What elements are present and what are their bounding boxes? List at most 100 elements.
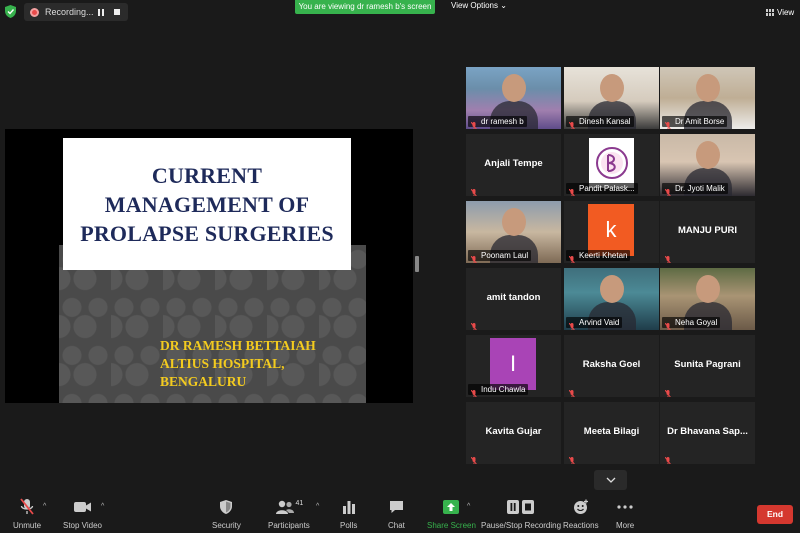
slide-title-line: MANAGEMENT OF [104,191,310,217]
participant-tile[interactable]: Sunita Pagrani [660,335,755,397]
pause-stop-recording-icon [507,498,535,516]
view-options-button[interactable]: View Options ⌄ [451,1,507,10]
muted-microphone-icon [470,385,477,397]
security-label: Security [212,521,241,530]
participant-name: Meeta Bilagi [583,426,640,437]
slide-author-line: DR RAMESH BETTAIAH [160,338,316,353]
reactions-button[interactable]: Reactions [563,498,599,530]
muted-microphone-icon [568,117,575,129]
gallery-scroll-down-button[interactable] [594,470,627,490]
participant-name-label: Indu Chawla [468,384,529,395]
participants-count: 41 [295,499,304,507]
top-bar: Recording... You are viewing dr ramesh b… [0,0,800,24]
recording-dot-icon [30,7,39,17]
stop-video-button[interactable]: Stop Video [63,498,102,530]
unmute-button[interactable]: Unmute [13,498,41,530]
participant-tile[interactable]: dr ramesh b [466,67,561,129]
participant-avatar: k [588,204,634,256]
muted-microphone-icon [19,498,35,516]
muted-microphone-icon [568,184,575,196]
stop-video-label: Stop Video [63,521,102,530]
shield-icon[interactable] [5,5,16,18]
participant-tile[interactable]: I Indu Chawla [466,335,561,397]
participant-tile[interactable]: MANJU PURI [660,201,755,263]
slide-title-line: CURRENT [151,162,263,188]
security-button[interactable]: Security [212,498,241,530]
participant-name: Kavita Gujar [485,426,542,437]
more-dots-icon [617,498,633,516]
participant-name-label: Poonam Laul [468,250,532,261]
slide-author-line: ALTIUS HOSPITAL, [160,356,285,371]
muted-microphone-icon [568,385,575,397]
participant-tile[interactable]: Neha Goyal [660,268,755,330]
participant-silhouette [696,141,720,169]
participant-tile[interactable]: amit tandon [466,268,561,330]
participant-tile[interactable]: Kavita Gujar [466,402,561,464]
muted-microphone-icon [568,452,575,464]
participant-silhouette [696,74,720,102]
view-label: View [777,8,795,17]
slide-title: CURRENT MANAGEMENT OF PROLAPSE SURGERIES [80,161,334,248]
share-options-caret-icon[interactable]: ^ [467,503,470,510]
chat-bubble-icon [389,498,404,516]
share-screen-label: Share Screen [427,521,476,530]
muted-microphone-icon [664,251,671,263]
participants-options-caret-icon[interactable]: ^ [316,503,319,510]
participant-tile[interactable]: Dinesh Kansal [564,67,659,129]
participant-tile[interactable]: Meeta Bilagi [564,402,659,464]
viewing-banner: You are viewing dr ramesh b's screen [295,0,435,14]
participant-tile[interactable]: Arvind Vaid [564,268,659,330]
participant-tile[interactable]: Dr. Jyoti Malik [660,134,755,196]
participant-logo [589,138,634,188]
video-camera-icon [73,498,92,516]
participant-silhouette [696,275,720,303]
muted-microphone-icon [568,318,575,330]
participant-silhouette [600,74,624,102]
unmute-label: Unmute [13,521,42,530]
participant-silhouette [502,208,526,236]
muted-microphone-icon [664,318,671,330]
participant-name-label: Dinesh Kansal [566,116,634,127]
recording-label: Recording... [45,7,94,17]
participant-tile[interactable]: Dr Amit Borse [660,67,755,129]
reactions-label: Reactions [563,521,599,530]
chat-label: Chat [388,521,405,530]
pause-stop-recording-button[interactable]: Pause/Stop Recording [481,498,561,530]
participants-label: Participants [268,521,310,530]
video-options-caret-icon[interactable]: ^ [101,503,104,510]
polls-button[interactable]: Polls [340,498,357,530]
participants-button[interactable]: 41 Participants [268,498,310,531]
view-button[interactable]: View [766,8,794,17]
participant-tile[interactable]: Raksha Goel [564,335,659,397]
muted-microphone-icon [568,251,575,263]
split-view-handle[interactable] [415,256,419,272]
end-meeting-button[interactable]: End [757,505,793,524]
participants-icon: 41 [275,498,304,516]
participant-tile[interactable]: Dr Bhavana Sap... [660,402,755,464]
participant-tile[interactable]: Pandit Palask... [564,134,659,196]
chat-button[interactable]: Chat [388,498,405,530]
participant-tile[interactable]: k Keerti Khetan [564,201,659,263]
meeting-toolbar: Unmute ^ Stop Video ^ Security 41 Partic… [0,494,800,533]
participant-tile[interactable]: Poonam Laul [466,201,561,263]
muted-microphone-icon [470,318,477,330]
stop-recording-icon[interactable] [112,7,122,17]
participant-name-label: Dr. Jyoti Malik [662,183,728,194]
muted-microphone-icon [470,452,477,464]
participant-name: Raksha Goel [582,359,641,370]
audio-options-caret-icon[interactable]: ^ [43,503,46,510]
pause-recording-icon[interactable] [96,7,106,17]
participant-name-label: Pandit Palask... [566,183,638,194]
slide-title-line: PROLAPSE SURGERIES [80,220,334,246]
participant-tile[interactable]: Anjali Tempe [466,134,561,196]
participant-name: Anjali Tempe [484,158,543,169]
more-label: More [616,521,635,530]
chevron-down-icon: ⌄ [500,1,507,10]
shared-screen: CURRENT MANAGEMENT OF PROLAPSE SURGERIES… [5,129,413,403]
muted-microphone-icon [664,385,671,397]
more-button[interactable]: More [616,498,634,530]
polls-label: Polls [340,521,358,530]
participant-name: amit tandon [486,292,541,303]
polls-bar-chart-icon [342,498,356,516]
share-screen-icon [443,498,460,516]
